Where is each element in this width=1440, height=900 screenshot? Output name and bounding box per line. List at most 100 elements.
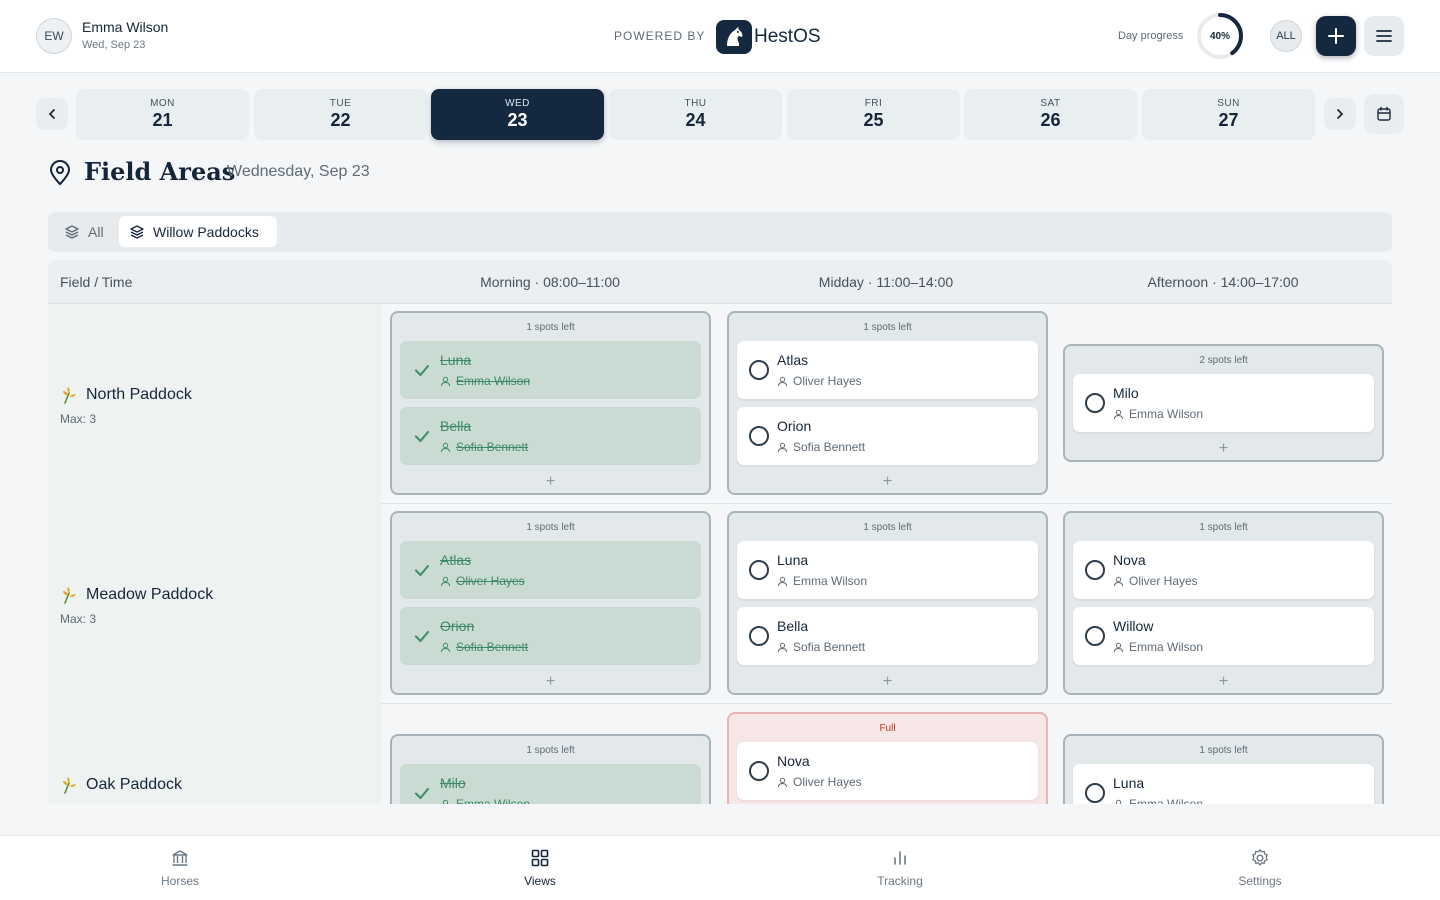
day-thu[interactable]: THU 24 [609, 89, 782, 140]
tab-tracking[interactable]: Tracking [840, 848, 960, 888]
slot-header-afternoon: Afternoon · 14:00–17:00 [1147, 274, 1299, 290]
slot-availability: 1 spots left [526, 744, 575, 756]
horse-entry-card[interactable]: Milo Emma Wilson [1073, 374, 1374, 432]
horse-owner: Emma Wilson [440, 374, 530, 388]
tab-settings[interactable]: Settings [1200, 848, 1320, 888]
complete-toggle-circle[interactable] [749, 426, 769, 446]
hamburger-icon [1376, 30, 1392, 42]
complete-toggle-circle[interactable] [1085, 393, 1105, 413]
page-title: Field Areas [84, 157, 236, 186]
day-number: 26 [1040, 110, 1061, 130]
time-slot[interactable]: 1 spots leftLunaEmma Wilson+ [1063, 734, 1384, 804]
horse-name: Bella [777, 618, 809, 634]
day-fri[interactable]: FRI 25 [787, 89, 960, 140]
check-icon[interactable] [412, 783, 432, 803]
tab-horses[interactable]: Horses [120, 848, 240, 888]
check-icon[interactable] [412, 626, 432, 646]
add-entry-button[interactable]: + [729, 471, 1046, 493]
horse-entry-card[interactable]: Atlas Oliver Hayes [737, 341, 1038, 399]
day-sat[interactable]: SAT 26 [964, 89, 1137, 140]
day-name: FRI [864, 98, 883, 109]
owner-name: Sofia Bennett [793, 640, 866, 654]
field-label-cell: Meadow Paddock Max: 3 [48, 504, 381, 704]
filter-willow-paddocks-tab[interactable]: Willow Paddocks [119, 216, 277, 247]
time-slot[interactable]: 2 spots left Milo Emma Wilson + [1063, 344, 1384, 462]
horse-entry-card[interactable]: Luna Emma Wilson [737, 541, 1038, 599]
check-icon[interactable] [412, 360, 432, 380]
day-wed[interactable]: WED 23 [431, 89, 604, 140]
day-number: 22 [330, 110, 351, 130]
horse-name: Orion [440, 618, 475, 634]
slot-header-midday: Midday · 11:00–14:00 [818, 274, 954, 290]
complete-toggle-circle[interactable] [1085, 626, 1105, 646]
day-tue[interactable]: TUE 22 [254, 89, 427, 140]
horse-entry-card[interactable]: Luna Emma Wilson [400, 341, 701, 399]
add-button[interactable] [1316, 16, 1356, 56]
calendar-button[interactable] [1364, 94, 1404, 134]
complete-toggle-circle[interactable] [1085, 560, 1105, 580]
brand-name: HestOS [754, 26, 821, 47]
horse-owner: Emma Wilson [440, 797, 530, 804]
horse-entry-card[interactable]: Milo Emma Wilson [400, 764, 701, 804]
horse-entry-card[interactable]: Nova Oliver Hayes [1073, 541, 1374, 599]
bank-icon [172, 850, 188, 866]
day-name: THU [684, 98, 707, 109]
complete-toggle-circle[interactable] [749, 560, 769, 580]
add-entry-button[interactable]: + [729, 671, 1046, 693]
horse-entry-card[interactable]: Bella Sofia Bennett [737, 607, 1038, 665]
add-entry-button[interactable]: + [1065, 671, 1382, 693]
horse-entry-card[interactable]: Nova Oliver Hayes [737, 742, 1038, 800]
prev-week-button[interactable] [36, 98, 68, 130]
complete-toggle-circle[interactable] [749, 360, 769, 380]
check-icon[interactable] [412, 560, 432, 580]
add-entry-button[interactable]: + [392, 471, 709, 493]
user-avatar[interactable]: EW [36, 18, 72, 54]
horse-owner: Emma Wilson [777, 574, 867, 588]
horse-entry-card[interactable]: Orion Sofia Bennett [737, 407, 1038, 465]
filter-selected-label: Willow Paddocks [153, 223, 259, 240]
field-name: Meadow Paddock [60, 586, 213, 604]
horse-name: Nova [777, 753, 810, 769]
next-week-button[interactable] [1324, 98, 1356, 130]
add-entry-button[interactable]: + [392, 671, 709, 693]
day-number: 27 [1218, 110, 1239, 130]
complete-toggle-circle[interactable] [749, 626, 769, 646]
time-slot[interactable]: 1 spots leftMiloEmma Wilson+ [390, 734, 711, 804]
filter-all-label: All [88, 224, 104, 240]
slot-availability: 2 spots left [1199, 354, 1248, 366]
day-sun[interactable]: SUN 27 [1142, 89, 1315, 140]
day-progress-value: 40% [1209, 30, 1230, 42]
time-slot[interactable]: 1 spots left Atlas Oliver Hayes Orion Sofia … [727, 311, 1048, 495]
owner-name: Emma Wilson [456, 797, 531, 804]
complete-toggle-circle[interactable] [1085, 783, 1105, 803]
owner-name: Oliver Hayes [456, 574, 525, 588]
time-slot[interactable]: 1 spots left Luna Emma Wilson Bella Sofia Be… [727, 511, 1048, 695]
all-filter-button[interactable]: ALL [1270, 20, 1302, 52]
horse-entry-card[interactable]: Orion Sofia Bennett [400, 607, 701, 665]
tab-views[interactable]: Views [480, 848, 600, 888]
horse-entry-card[interactable]: Bella Sofia Bennett [400, 407, 701, 465]
time-slot[interactable]: FullNovaOliver Hayes+ [727, 712, 1048, 804]
menu-button[interactable] [1364, 16, 1404, 56]
day-number: 24 [685, 110, 706, 130]
filter-all-tab[interactable]: All [60, 218, 108, 246]
horse-entry-card[interactable]: Willow Emma Wilson [1073, 607, 1374, 665]
complete-toggle-circle[interactable] [749, 761, 769, 781]
check-icon[interactable] [412, 426, 432, 446]
time-slot[interactable]: 1 spots left Luna Emma Wilson Bella Sofia Be… [390, 311, 711, 495]
time-slot[interactable]: 1 spots left Nova Oliver Hayes Willow Emma W… [1063, 511, 1384, 695]
field-max: Max: 3 [60, 612, 97, 626]
time-slot[interactable]: 1 spots left Atlas Oliver Hayes Orion Sofia … [390, 511, 711, 695]
horse-name: Luna [777, 552, 809, 568]
field-label-cell: North Paddock Max: 3 [48, 304, 381, 504]
horse-entry-card[interactable]: Atlas Oliver Hayes [400, 541, 701, 599]
horse-owner: Oliver Hayes [777, 775, 862, 789]
horse-owner: Emma Wilson [1113, 407, 1203, 421]
chevron-right-icon [1337, 109, 1344, 119]
day-mon[interactable]: MON 21 [76, 89, 249, 140]
horse-entry-card[interactable]: Luna Emma Wilson [1073, 764, 1374, 804]
horse-owner: Sofia Bennett [777, 440, 865, 454]
slot-availability: 1 spots left [526, 521, 575, 533]
user-icon [1114, 409, 1123, 419]
add-entry-button[interactable]: + [1065, 438, 1382, 460]
